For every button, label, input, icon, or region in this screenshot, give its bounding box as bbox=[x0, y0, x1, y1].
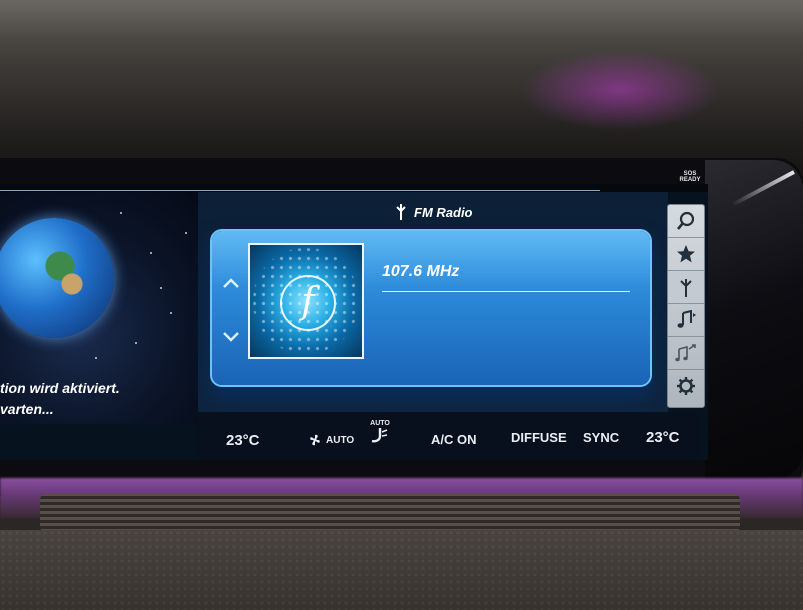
antenna-icon bbox=[680, 279, 692, 297]
airflow-icon bbox=[371, 428, 388, 443]
media-button[interactable] bbox=[668, 304, 704, 337]
fan-icon bbox=[310, 434, 320, 446]
star bbox=[95, 357, 97, 359]
fan-auto-button[interactable]: AUTO bbox=[308, 434, 354, 446]
screen-bezel-edge bbox=[705, 160, 803, 480]
sos-ready-label: READY bbox=[679, 177, 701, 183]
star bbox=[135, 342, 137, 344]
dashboard-highlight bbox=[0, 0, 803, 40]
frequency-underline bbox=[382, 291, 630, 292]
chevron-up-icon bbox=[223, 278, 239, 288]
star bbox=[150, 252, 152, 254]
source-title-label: FM Radio bbox=[414, 204, 473, 220]
activation-message: tion wird aktiviert. varten... bbox=[0, 380, 120, 417]
airflow-auto-label: AUTO bbox=[370, 420, 390, 427]
airflow-auto-button[interactable]: AUTO bbox=[370, 420, 390, 443]
gear-icon bbox=[677, 377, 695, 395]
leather-trim bbox=[0, 530, 803, 610]
radio-station-card[interactable]: f 107.6 MHz bbox=[212, 231, 650, 385]
star bbox=[160, 287, 162, 289]
navigation-panel[interactable]: tion wird aktiviert. varten... bbox=[0, 192, 198, 424]
ac-button[interactable]: A/C ON bbox=[431, 432, 477, 447]
search-button[interactable] bbox=[668, 205, 704, 238]
music-arrow-icon bbox=[675, 344, 696, 362]
source-title: FM Radio bbox=[396, 204, 473, 220]
antenna-icon bbox=[396, 204, 406, 220]
star bbox=[185, 232, 187, 234]
fan-auto-label: AUTO bbox=[326, 434, 355, 446]
star bbox=[170, 312, 172, 314]
globe-image bbox=[0, 218, 114, 338]
star-icon bbox=[677, 245, 695, 263]
diffuse-button[interactable]: DIFFUSE bbox=[511, 430, 567, 445]
climate-bar: 23°C AUTO AUTO A/C ON DIFFUSE SYNC 23°C bbox=[198, 412, 698, 460]
music-note-icon bbox=[677, 310, 696, 328]
right-temperature[interactable]: 23°C bbox=[646, 429, 680, 446]
status-divider bbox=[0, 190, 600, 191]
artwork-logo: f bbox=[280, 275, 336, 331]
air-vent bbox=[40, 494, 740, 532]
frequency-label: 107.6 MHz bbox=[382, 263, 460, 280]
chevron-down-icon bbox=[223, 332, 239, 342]
ambient-light-glow bbox=[520, 50, 720, 130]
settings-button[interactable] bbox=[668, 370, 704, 402]
search-icon bbox=[677, 211, 695, 230]
station-artwork: f bbox=[248, 243, 364, 359]
station-down-button[interactable] bbox=[220, 325, 242, 347]
station-up-button[interactable] bbox=[220, 271, 242, 293]
star bbox=[120, 212, 122, 214]
sos-ready-indicator: SOS READY bbox=[672, 171, 708, 183]
radio-source-button[interactable] bbox=[668, 271, 704, 304]
favorites-button[interactable] bbox=[668, 238, 704, 271]
sound-button[interactable] bbox=[668, 337, 704, 370]
side-toolbar bbox=[667, 204, 705, 408]
infotainment-screen: tion wird aktiviert. varten... FM Radio … bbox=[0, 184, 708, 460]
sync-button[interactable]: SYNC bbox=[583, 430, 619, 445]
left-temperature[interactable]: 23°C bbox=[226, 432, 260, 449]
